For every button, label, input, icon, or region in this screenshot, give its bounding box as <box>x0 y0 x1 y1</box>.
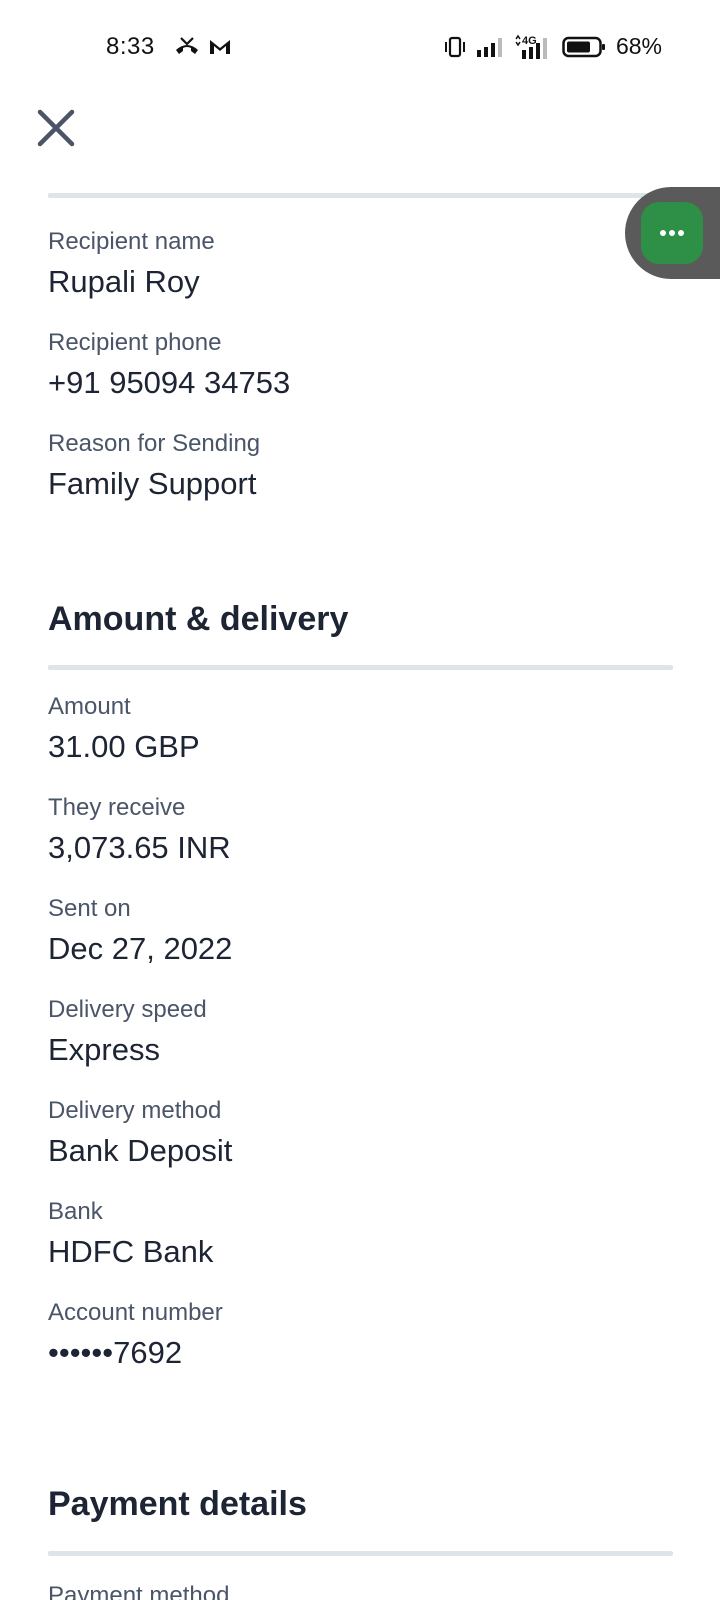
sent-on-field: Sent on Dec 27, 2022 <box>48 895 232 968</box>
field-value: Express <box>48 1032 160 1067</box>
chat-bubble-button[interactable] <box>625 187 720 279</box>
field-label: They receive <box>48 794 186 821</box>
payment-method-field: Payment method <box>48 1582 229 1600</box>
battery-percent: 68% <box>615 33 662 59</box>
status-bar: 8:33 4G 68% <box>0 0 720 96</box>
section-divider-top <box>48 193 678 198</box>
field-value: Rupali Roy <box>48 264 200 299</box>
svg-text:4G: 4G <box>522 35 537 47</box>
field-value: +91 95094 34753 <box>48 365 291 400</box>
bank-field: Bank HDFC Bank <box>48 1198 213 1271</box>
battery-icon <box>562 36 605 57</box>
transfer-details-screen: 8:33 4G 68% Recipient name Rupali Roy Re… <box>0 0 720 1600</box>
recipient-name-field: Recipient name Rupali Roy <box>48 228 215 301</box>
field-value: Bank Deposit <box>48 1133 233 1168</box>
account-number-field: Account number ••••••7692 <box>48 1299 223 1372</box>
field-label: Reason for Sending <box>48 430 261 457</box>
chat-button[interactable] <box>641 202 703 264</box>
recipient-phone-field: Recipient phone +91 95094 34753 <box>48 329 290 402</box>
vibrate-icon <box>444 36 465 57</box>
delivery-speed-field: Delivery speed Express <box>48 996 207 1069</box>
they-receive-field: They receive 3,073.65 INR <box>48 794 231 867</box>
status-time: 8:33 <box>106 33 155 60</box>
field-label: Account number <box>48 1299 223 1326</box>
section-divider-amount <box>48 665 673 670</box>
field-label: Sent on <box>48 895 131 922</box>
missed-call-icon <box>176 37 198 54</box>
notification-icons <box>174 36 232 56</box>
close-icon <box>37 109 75 147</box>
field-label: Recipient name <box>48 228 215 255</box>
status-right-group: 4G 68% <box>444 33 662 60</box>
field-value: 3,073.65 INR <box>48 830 231 865</box>
more-dots-icon <box>660 230 684 236</box>
payment-details-title: Payment details <box>48 1485 307 1523</box>
field-label: Bank <box>48 1198 103 1225</box>
amount-delivery-title: Amount & delivery <box>48 600 349 638</box>
field-label: Payment method <box>48 1582 230 1600</box>
field-label: Amount <box>48 693 131 720</box>
field-label: Delivery method <box>48 1097 222 1124</box>
gmail-icon <box>210 40 230 54</box>
section-divider-payment <box>48 1551 673 1556</box>
field-value: HDFC Bank <box>48 1234 214 1269</box>
field-value: ••••••7692 <box>48 1335 183 1370</box>
close-button[interactable] <box>34 106 78 150</box>
field-label: Delivery speed <box>48 996 207 1023</box>
delivery-method-field: Delivery method Bank Deposit <box>48 1097 232 1170</box>
field-value: 31.00 GBP <box>48 729 200 764</box>
field-label: Recipient phone <box>48 329 222 356</box>
amount-field: Amount 31.00 GBP <box>48 693 200 766</box>
field-value: Dec 27, 2022 <box>48 931 233 966</box>
field-value: Family Support <box>48 466 257 501</box>
reason-field: Reason for Sending Family Support <box>48 430 260 503</box>
signal-4g-icon: 4G <box>515 34 547 59</box>
signal-icon <box>476 37 502 57</box>
